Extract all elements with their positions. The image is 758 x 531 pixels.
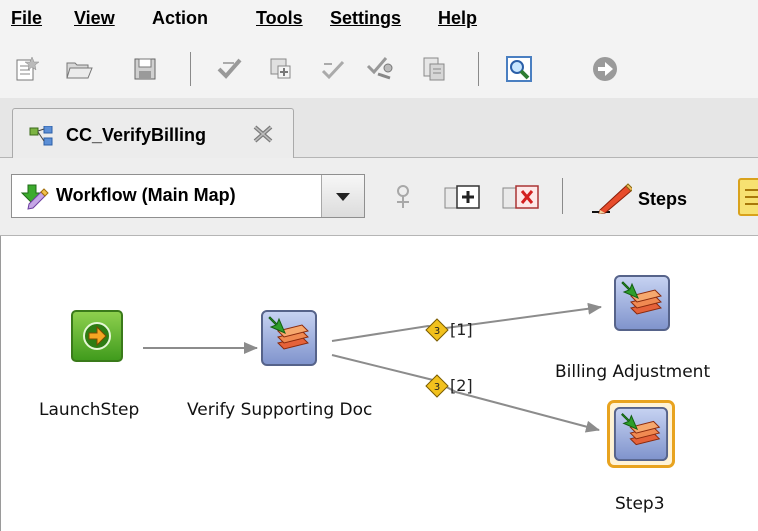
launch-step-label: LaunchStep	[39, 400, 140, 420]
menu-view-label: View	[74, 8, 115, 28]
add-map-icon[interactable]	[444, 183, 480, 218]
menu-tools-label: Tools	[256, 8, 303, 28]
person-icon[interactable]	[392, 184, 414, 217]
menu-action-label: Action	[152, 8, 208, 28]
new-icon[interactable]	[12, 54, 42, 84]
svg-text:3: 3	[434, 326, 440, 337]
chevron-down-icon[interactable]	[321, 175, 364, 217]
document-tab-strip: CC_VerifyBilling	[0, 98, 758, 158]
map-selector-value: Workflow (Main Map)	[56, 185, 236, 205]
menu-file-label: File	[11, 8, 43, 28]
condition-diamond-icon: 3	[425, 374, 449, 403]
svg-text:3: 3	[434, 382, 440, 393]
search-icon[interactable]	[504, 54, 534, 84]
toolbar-separator	[190, 52, 191, 86]
menu-help-label: Help	[438, 8, 478, 28]
billing-step-label: Billing Adjustment	[555, 362, 711, 382]
edge-1-label: [1]	[450, 320, 473, 339]
menu-file[interactable]: File	[11, 8, 42, 29]
open-icon[interactable]	[64, 54, 94, 84]
manual-step-icon	[613, 406, 669, 462]
menu-view[interactable]: View	[74, 8, 115, 29]
verify-step-label: Verify Supporting Doc	[187, 400, 373, 420]
menu-action[interactable]: Action	[152, 8, 208, 29]
close-icon[interactable]	[252, 124, 274, 149]
check-icon[interactable]	[214, 54, 244, 84]
verify-step-node[interactable]	[260, 309, 318, 372]
map-selector-dropdown[interactable]: Workflow (Main Map)	[11, 174, 365, 218]
tab-cc-verifybilling[interactable]: CC_VerifyBilling	[12, 108, 294, 158]
launch-step-node[interactable]	[70, 309, 124, 368]
save-icon[interactable]	[130, 54, 160, 84]
billing-step-node[interactable]	[613, 274, 671, 337]
workflow-icon	[29, 125, 55, 151]
add-step-icon[interactable]	[266, 54, 296, 84]
validate-icon[interactable]	[318, 54, 348, 84]
steps-button[interactable]: Steps	[638, 189, 687, 210]
tools-icon[interactable]	[364, 54, 394, 84]
step3-label: Step3	[615, 494, 665, 514]
next-icon[interactable]	[590, 54, 620, 84]
edge-2-label: [2]	[450, 376, 473, 395]
main-toolbar	[0, 40, 758, 98]
pencil-icon[interactable]	[590, 180, 634, 219]
toolbar-separator	[562, 178, 563, 214]
menu-tools[interactable]: Tools	[256, 8, 303, 29]
menu-settings-label: Settings	[330, 8, 402, 28]
condition-diamond-icon: 3	[425, 318, 449, 347]
launch-icon	[71, 310, 123, 362]
delete-map-icon[interactable]	[502, 183, 540, 218]
menu-settings[interactable]: Settings	[330, 8, 401, 29]
notes-icon[interactable]	[738, 178, 758, 216]
workflow-canvas[interactable]: LaunchStep Verify Supporting Doc 3 [1] 3…	[0, 236, 758, 531]
report-icon[interactable]	[418, 54, 448, 84]
manual-step-icon	[261, 310, 317, 366]
map-toolbar: Workflow (Main Map) Steps	[0, 158, 758, 236]
menu-help[interactable]: Help	[438, 8, 477, 29]
toolbar-separator	[478, 52, 479, 86]
step3-node[interactable]	[607, 400, 675, 468]
tab-label: CC_VerifyBilling	[66, 125, 207, 145]
menu-bar: File View Action Tools Settings Help	[0, 0, 758, 40]
workflow-map-icon	[19, 184, 49, 215]
manual-step-icon	[614, 275, 670, 331]
